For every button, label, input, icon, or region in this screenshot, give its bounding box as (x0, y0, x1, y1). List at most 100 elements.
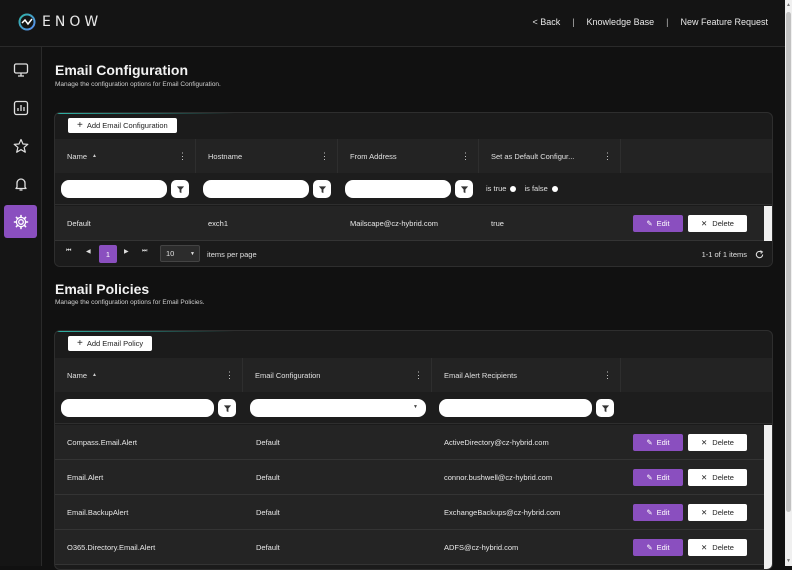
separator: | (572, 17, 575, 27)
close-icon: ✕ (701, 473, 708, 482)
table-scrollbar[interactable] (764, 206, 772, 241)
delete-button[interactable]: ✕ Delete (688, 215, 747, 232)
column-menu-icon[interactable]: ⋮ (461, 151, 470, 162)
knowledge-base-link[interactable]: Knowledge Base (587, 17, 655, 27)
column-header-from-address[interactable]: From Address ⋮ (338, 139, 479, 173)
is-true-label: is true (486, 184, 507, 193)
hostname-filter-button[interactable] (313, 180, 331, 198)
enow-logo[interactable]: ENOW (18, 13, 102, 31)
row-email-configuration: Default (256, 543, 280, 552)
next-page-icon[interactable]: ▶ (124, 248, 129, 255)
bell-icon (14, 177, 27, 191)
pencil-icon: ✎ (646, 438, 653, 447)
table-scrollbar[interactable] (764, 425, 772, 569)
name-filter-button[interactable] (171, 180, 189, 198)
email-configuration-filter-row: is true is false (55, 173, 772, 205)
sidebar-item-dashboard[interactable] (4, 53, 37, 86)
edit-button[interactable]: ✎ Edit (633, 215, 683, 232)
back-link[interactable]: < Back (532, 17, 560, 27)
delete-button[interactable]: ✕ Delete (688, 539, 747, 556)
table-row[interactable]: O365.Directory.Email.Alert Default ADFS@… (55, 530, 766, 565)
column-header-hostname[interactable]: Hostname ⋮ (196, 139, 338, 173)
page-size-value: 10 (166, 249, 175, 258)
pencil-icon: ✎ (646, 508, 653, 517)
feature-request-link[interactable]: New Feature Request (680, 17, 768, 27)
previous-page-icon[interactable]: ◀ (86, 248, 91, 255)
last-page-icon[interactable]: ⏭ (142, 248, 147, 255)
sidebar-item-alerts[interactable] (4, 167, 37, 200)
table-row[interactable]: Email.BackupAlert Default ExchangeBackup… (55, 495, 766, 530)
email-policies-subtitle: Manage the configuration options for Ema… (55, 299, 205, 306)
filter-icon (176, 185, 184, 193)
delete-button[interactable]: ✕ Delete (688, 434, 747, 451)
scroll-down-icon[interactable]: ▼ (786, 558, 791, 564)
add-email-policy-button[interactable]: + Add Email Policy (68, 336, 153, 351)
table-row[interactable]: Compass.Email.Alert Default ActiveDirect… (55, 425, 766, 460)
edit-button[interactable]: ✎ Edit (633, 434, 683, 451)
page-scrollbar[interactable]: ▲ ▼ (785, 0, 792, 566)
sidebar-item-favorites[interactable] (4, 129, 37, 162)
top-bar: ENOW < Back | Knowledge Base | New Featu… (0, 0, 785, 47)
refresh-icon[interactable] (755, 250, 764, 259)
edit-button[interactable]: ✎ Edit (633, 539, 683, 556)
delete-button[interactable]: ✕ Delete (688, 504, 747, 521)
delete-label: Delete (712, 473, 734, 482)
row-name: O365.Directory.Email.Alert (67, 543, 156, 552)
column-header-default[interactable]: Set as Default Configur... ⋮ (479, 139, 621, 173)
table-row[interactable]: Default exch1 Mailscape@cz-hybrid.com tr… (55, 206, 766, 241)
name-filter-input[interactable] (61, 399, 214, 417)
recipients-filter-button[interactable] (596, 399, 614, 417)
gear-icon (13, 214, 28, 229)
sidebar-item-reports[interactable] (4, 91, 37, 124)
filter-icon (318, 185, 326, 193)
hostname-filter-input[interactable] (203, 180, 309, 198)
column-header-email-configuration[interactable]: Email Configuration ⋮ (243, 358, 432, 392)
is-false-radio[interactable] (551, 185, 558, 192)
scroll-up-icon[interactable]: ▲ (786, 2, 791, 8)
column-menu-icon[interactable]: ⋮ (603, 370, 612, 381)
from-address-filter-button[interactable] (455, 180, 473, 198)
email-configuration-subtitle: Manage the configuration options for Ema… (55, 81, 221, 88)
column-label: Name (67, 370, 88, 380)
scrollbar-thumb[interactable] (786, 12, 791, 512)
table-row[interactable]: Email.Alert Default connor.bushwell@cz-h… (55, 460, 766, 495)
email-configuration-header: Name ▲ ⋮ Hostname ⋮ From Address ⋮ Set a… (55, 139, 772, 173)
email-configuration-filter-select[interactable]: ▼ (250, 399, 426, 417)
row-name: Compass.Email.Alert (67, 438, 138, 447)
sort-ascending-icon[interactable]: ▲ (92, 153, 97, 159)
column-menu-icon[interactable]: ⋮ (178, 151, 187, 162)
column-menu-icon[interactable]: ⋮ (320, 151, 329, 162)
name-filter-button[interactable] (218, 399, 236, 417)
is-true-radio[interactable] (510, 185, 517, 192)
delete-button[interactable]: ✕ Delete (688, 469, 747, 486)
current-page-button[interactable]: 1 (99, 245, 117, 263)
filter-icon (460, 185, 468, 193)
column-menu-icon[interactable]: ⋮ (225, 370, 234, 381)
add-email-configuration-button[interactable]: + Add Email Configuration (68, 118, 177, 133)
edit-label: Edit (656, 219, 670, 228)
sidebar-item-settings[interactable] (4, 205, 37, 238)
column-header-recipients[interactable]: Email Alert Recipients ⋮ (432, 358, 621, 392)
row-name: Email.BackupAlert (67, 508, 129, 517)
close-icon: ✕ (701, 508, 708, 517)
pagination-bar: ⏮ ◀ 1 ▶ ⏭ 10 ▼ items per page 1-1 of 1 i… (55, 241, 772, 266)
delete-label: Delete (712, 543, 734, 552)
first-page-icon[interactable]: ⏮ (66, 248, 71, 255)
from-address-filter-input[interactable] (345, 180, 451, 198)
sort-ascending-icon[interactable]: ▲ (92, 372, 97, 378)
chart-icon (13, 100, 28, 115)
edit-button[interactable]: ✎ Edit (633, 504, 683, 521)
column-header-name[interactable]: Name ▲ ⋮ (55, 139, 196, 173)
column-menu-icon[interactable]: ⋮ (603, 151, 612, 162)
page-size-select[interactable]: 10 ▼ (160, 245, 200, 262)
column-menu-icon[interactable]: ⋮ (414, 370, 423, 381)
star-icon (13, 138, 28, 153)
chevron-down-icon: ▼ (190, 250, 195, 257)
name-filter-input[interactable] (61, 180, 167, 198)
row-name: Email.Alert (67, 473, 104, 482)
close-icon: ✕ (701, 219, 708, 228)
edit-button[interactable]: ✎ Edit (633, 469, 683, 486)
sidebar (0, 47, 42, 566)
column-header-name[interactable]: Name ▲ ⋮ (55, 358, 243, 392)
recipients-filter-input[interactable] (439, 399, 592, 417)
